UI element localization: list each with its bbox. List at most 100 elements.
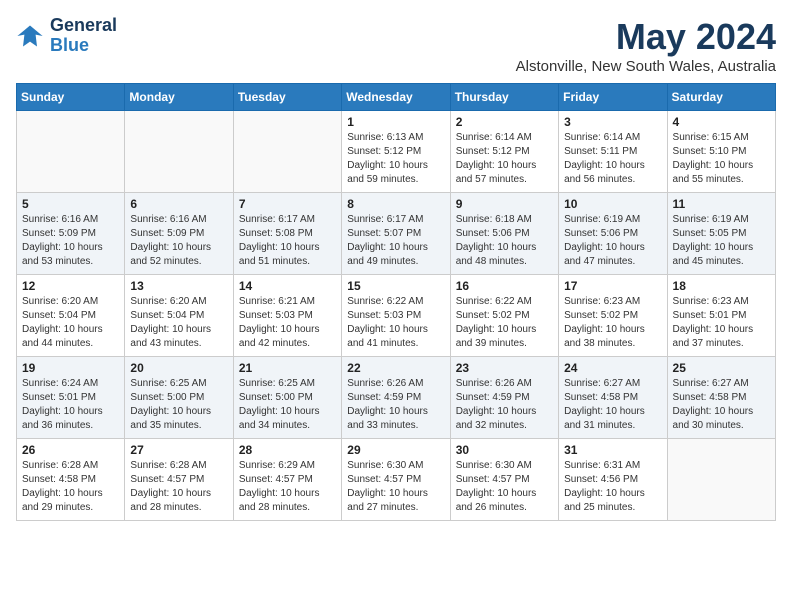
weekday-header-monday: Monday — [125, 84, 233, 111]
day-info: Sunrise: 6:14 AM Sunset: 5:11 PM Dayligh… — [564, 131, 661, 187]
day-info: Sunrise: 6:30 AM Sunset: 4:57 PM Dayligh… — [347, 459, 444, 515]
logo-text: General Blue — [50, 16, 117, 56]
day-number: 10 — [564, 197, 661, 211]
calendar-cell: 16 Sunrise: 6:22 AM Sunset: 5:02 PM Dayli… — [450, 275, 558, 357]
calendar-cell: 8 Sunrise: 6:17 AM Sunset: 5:07 PM Daylig… — [342, 193, 450, 275]
calendar-week-row: 12 Sunrise: 6:20 AM Sunset: 5:04 PM Dayli… — [17, 275, 776, 357]
day-number: 26 — [22, 443, 119, 457]
day-info: Sunrise: 6:26 AM Sunset: 4:59 PM Dayligh… — [456, 377, 553, 433]
calendar-cell: 20Sunrise: 6:25 AM Sunset: 5:00 PM Dayli… — [125, 357, 233, 439]
logo-bird-icon — [16, 22, 44, 50]
day-number: 19 — [22, 361, 119, 375]
day-info: Sunrise: 6:25 AM Sunset: 5:00 PM Dayligh… — [130, 377, 227, 433]
day-info: Sunrise: 6:22 AM Sunset: 5:02 PM Dayligh… — [456, 295, 553, 351]
day-number: 30 — [456, 443, 553, 457]
day-info: Sunrise: 6:21 AM Sunset: 5:03 PM Dayligh… — [239, 295, 336, 351]
calendar-cell: 25 Sunrise: 6:27 AM Sunset: 4:58 PM Dayli… — [667, 357, 775, 439]
weekday-header-thursday: Thursday — [450, 84, 558, 111]
day-info: Sunrise: 6:13 AM Sunset: 5:12 PM Dayligh… — [347, 131, 444, 187]
day-info: Sunrise: 6:28 AM Sunset: 4:58 PM Dayligh… — [22, 459, 119, 515]
day-number: 28 — [239, 443, 336, 457]
calendar-cell — [125, 111, 233, 193]
calendar-cell: 5Sunrise: 6:16 AM Sunset: 5:09 PM Daylig… — [17, 193, 125, 275]
calendar-cell: 9 Sunrise: 6:18 AM Sunset: 5:06 PM Daylig… — [450, 193, 558, 275]
day-info: Sunrise: 6:31 AM Sunset: 4:56 PM Dayligh… — [564, 459, 661, 515]
day-number: 11 — [673, 197, 770, 211]
calendar-cell: 18 Sunrise: 6:23 AM Sunset: 5:01 PM Dayli… — [667, 275, 775, 357]
month-title: May 2024 — [516, 16, 776, 58]
day-info: Sunrise: 6:19 AM Sunset: 5:05 PM Dayligh… — [673, 213, 770, 269]
day-info: Sunrise: 6:23 AM Sunset: 5:01 PM Dayligh… — [673, 295, 770, 351]
day-number: 18 — [673, 279, 770, 293]
calendar-cell: 21Sunrise: 6:25 AM Sunset: 5:00 PM Dayli… — [233, 357, 341, 439]
calendar-cell: 4 Sunrise: 6:15 AM Sunset: 5:10 PM Daylig… — [667, 111, 775, 193]
day-number: 15 — [347, 279, 444, 293]
day-number: 16 — [456, 279, 553, 293]
day-info: Sunrise: 6:27 AM Sunset: 4:58 PM Dayligh… — [564, 377, 661, 433]
day-number: 3 — [564, 115, 661, 129]
calendar-table: SundayMondayTuesdayWednesdayThursdayFrid… — [16, 83, 776, 521]
day-info: Sunrise: 6:25 AM Sunset: 5:00 PM Dayligh… — [239, 377, 336, 433]
calendar-cell: 28 Sunrise: 6:29 AM Sunset: 4:57 PM Dayli… — [233, 439, 341, 521]
day-number: 6 — [130, 197, 227, 211]
day-info: Sunrise: 6:18 AM Sunset: 5:06 PM Dayligh… — [456, 213, 553, 269]
calendar-cell: 6 Sunrise: 6:16 AM Sunset: 5:09 PM Daylig… — [125, 193, 233, 275]
calendar-cell: 17 Sunrise: 6:23 AM Sunset: 5:02 PM Dayli… — [559, 275, 667, 357]
calendar-cell — [667, 439, 775, 521]
day-number: 29 — [347, 443, 444, 457]
day-info: Sunrise: 6:29 AM Sunset: 4:57 PM Dayligh… — [239, 459, 336, 515]
calendar-week-row: 26 Sunrise: 6:28 AM Sunset: 4:58 PM Dayli… — [17, 439, 776, 521]
calendar-cell: 12 Sunrise: 6:20 AM Sunset: 5:04 PM Dayli… — [17, 275, 125, 357]
calendar-cell: 14 Sunrise: 6:21 AM Sunset: 5:03 PM Dayli… — [233, 275, 341, 357]
title-block: May 2024 Alstonville, New South Wales, A… — [516, 16, 776, 75]
day-number: 12 — [22, 279, 119, 293]
weekday-header-wednesday: Wednesday — [342, 84, 450, 111]
calendar-cell: 15Sunrise: 6:22 AM Sunset: 5:03 PM Dayli… — [342, 275, 450, 357]
day-info: Sunrise: 6:24 AM Sunset: 5:01 PM Dayligh… — [22, 377, 119, 433]
day-number: 23 — [456, 361, 553, 375]
calendar-header-row: SundayMondayTuesdayWednesdayThursdayFrid… — [17, 84, 776, 111]
day-number: 13 — [130, 279, 227, 293]
calendar-cell — [17, 111, 125, 193]
calendar-cell: 11 Sunrise: 6:19 AM Sunset: 5:05 PM Dayli… — [667, 193, 775, 275]
calendar-cell: 10 Sunrise: 6:19 AM Sunset: 5:06 PM Dayli… — [559, 193, 667, 275]
logo: General Blue — [16, 16, 117, 56]
calendar-cell: 13 Sunrise: 6:20 AM Sunset: 5:04 PM Dayli… — [125, 275, 233, 357]
weekday-header-sunday: Sunday — [17, 84, 125, 111]
day-number: 27 — [130, 443, 227, 457]
day-info: Sunrise: 6:17 AM Sunset: 5:07 PM Dayligh… — [347, 213, 444, 269]
day-number: 24 — [564, 361, 661, 375]
day-info: Sunrise: 6:19 AM Sunset: 5:06 PM Dayligh… — [564, 213, 661, 269]
day-info: Sunrise: 6:20 AM Sunset: 5:04 PM Dayligh… — [130, 295, 227, 351]
day-number: 4 — [673, 115, 770, 129]
weekday-header-saturday: Saturday — [667, 84, 775, 111]
page-header: General Blue May 2024 Alstonville, New S… — [16, 16, 776, 75]
day-info: Sunrise: 6:16 AM Sunset: 5:09 PM Dayligh… — [130, 213, 227, 269]
calendar-cell: 22Sunrise: 6:26 AM Sunset: 4:59 PM Dayli… — [342, 357, 450, 439]
calendar-week-row: 19 Sunrise: 6:24 AM Sunset: 5:01 PM Dayli… — [17, 357, 776, 439]
day-info: Sunrise: 6:20 AM Sunset: 5:04 PM Dayligh… — [22, 295, 119, 351]
day-info: Sunrise: 6:23 AM Sunset: 5:02 PM Dayligh… — [564, 295, 661, 351]
calendar-cell: 2Sunrise: 6:14 AM Sunset: 5:12 PM Daylig… — [450, 111, 558, 193]
calendar-cell: 27Sunrise: 6:28 AM Sunset: 4:57 PM Dayli… — [125, 439, 233, 521]
day-number: 5 — [22, 197, 119, 211]
calendar-cell: 26 Sunrise: 6:28 AM Sunset: 4:58 PM Dayli… — [17, 439, 125, 521]
day-info: Sunrise: 6:30 AM Sunset: 4:57 PM Dayligh… — [456, 459, 553, 515]
calendar-cell: 31Sunrise: 6:31 AM Sunset: 4:56 PM Dayli… — [559, 439, 667, 521]
day-info: Sunrise: 6:27 AM Sunset: 4:58 PM Dayligh… — [673, 377, 770, 433]
day-number: 8 — [347, 197, 444, 211]
calendar-cell: 7Sunrise: 6:17 AM Sunset: 5:08 PM Daylig… — [233, 193, 341, 275]
calendar-cell: 30 Sunrise: 6:30 AM Sunset: 4:57 PM Dayli… — [450, 439, 558, 521]
calendar-cell: 23 Sunrise: 6:26 AM Sunset: 4:59 PM Dayli… — [450, 357, 558, 439]
day-info: Sunrise: 6:15 AM Sunset: 5:10 PM Dayligh… — [673, 131, 770, 187]
day-number: 22 — [347, 361, 444, 375]
day-number: 17 — [564, 279, 661, 293]
day-number: 2 — [456, 115, 553, 129]
calendar-cell — [233, 111, 341, 193]
day-number: 9 — [456, 197, 553, 211]
day-number: 25 — [673, 361, 770, 375]
calendar-cell: 24 Sunrise: 6:27 AM Sunset: 4:58 PM Dayli… — [559, 357, 667, 439]
day-number: 14 — [239, 279, 336, 293]
day-number: 7 — [239, 197, 336, 211]
day-number: 1 — [347, 115, 444, 129]
